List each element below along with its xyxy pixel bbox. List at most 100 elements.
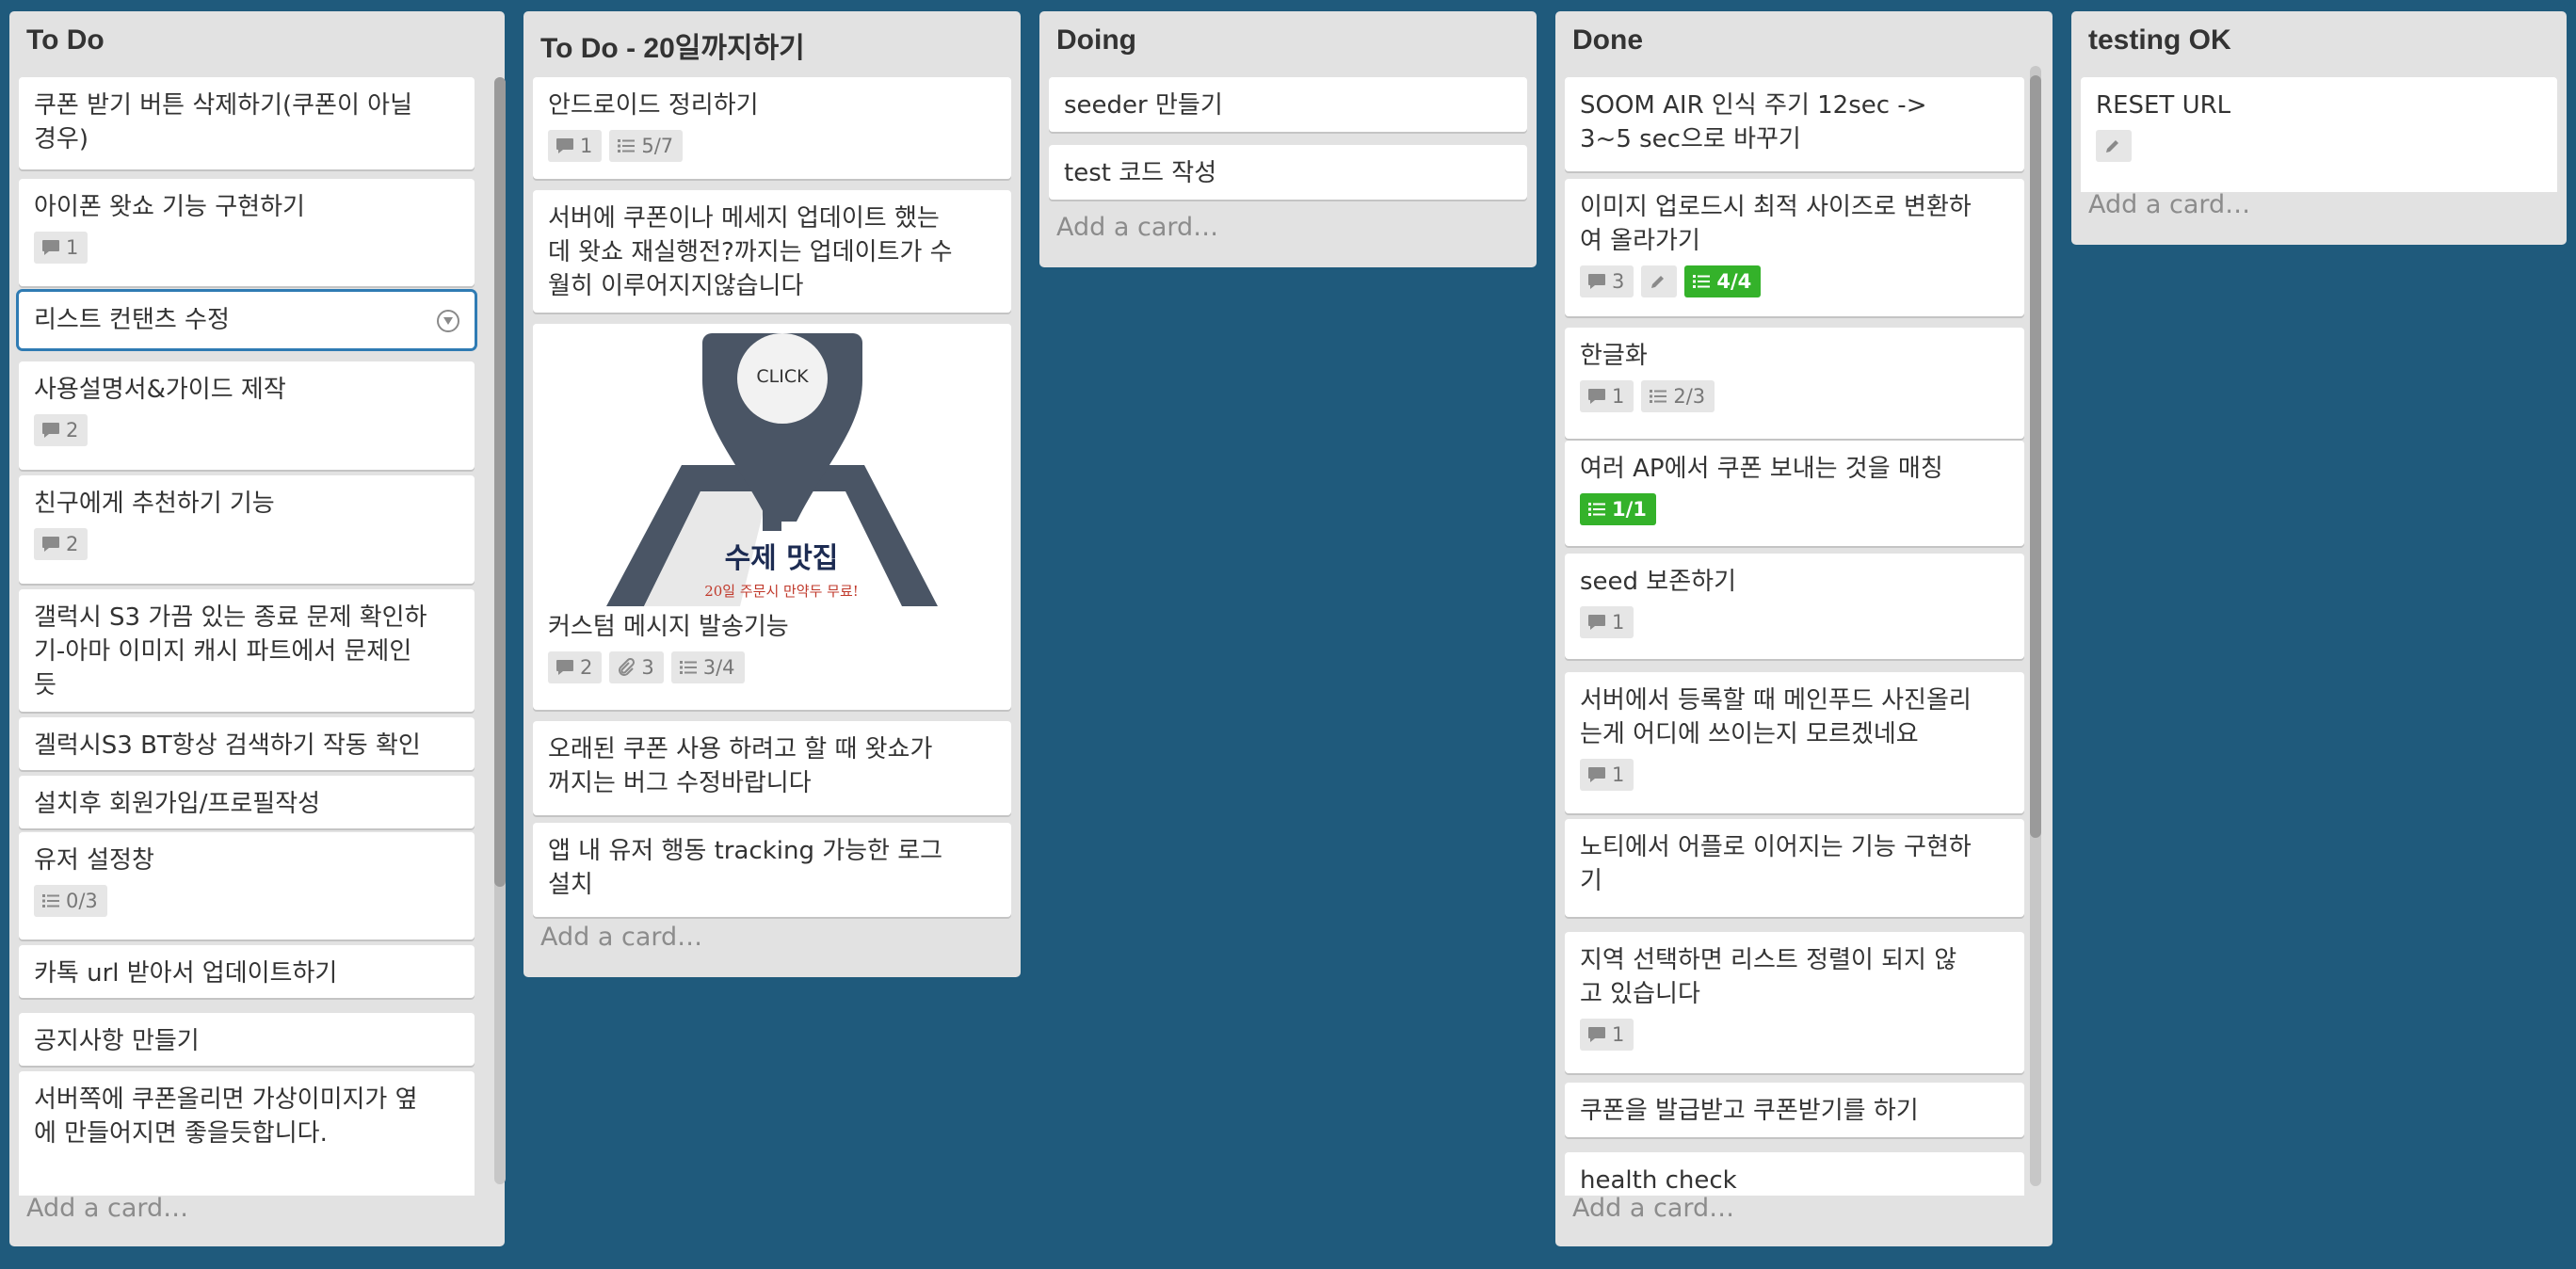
card[interactable]: CLICK 수제 맛집 20일 주문시 만약두 무료! 커스텀 메시지 발송기능 2 3 3…: [533, 324, 1011, 710]
checklist-icon: [1587, 501, 1606, 518]
badge-count: 1: [1612, 385, 1625, 408]
card[interactable]: 서버에서 등록할 때 메인푸드 사진올리 는게 어디에 쓰이는지 모르겠네요 1: [1565, 672, 2024, 813]
card-dropdown-icon[interactable]: [437, 310, 459, 332]
card[interactable]: 오래된 쿠폰 사용 하려고 할 때 왓쇼가 꺼지는 버그 수정바랍니다: [533, 721, 1011, 815]
checklist-badge: 1/1: [1580, 493, 1656, 525]
card[interactable]: 아이폰 왓쇼 기능 구현하기 1: [19, 179, 475, 286]
cover-title: 수제 맛집: [724, 542, 839, 575]
card-badges: 1: [1580, 1019, 1634, 1051]
card-title-line: 안드로이드 정리하기: [548, 91, 759, 120]
card[interactable]: test 코드 작성: [1049, 145, 1527, 200]
checklist-icon: [617, 137, 636, 154]
card-title: RESET URL: [2096, 88, 2542, 122]
card[interactable]: 앱 내 유저 행동 tracking 가능한 로그 설치: [533, 823, 1011, 917]
badge-count: 2: [66, 533, 79, 555]
add-card-link[interactable]: Add a card…: [1572, 1194, 1734, 1223]
card-title-line: 쿠폰을 발급받고 쿠폰받기를 하기: [1580, 1097, 1919, 1125]
comment-badge: 1: [548, 130, 603, 162]
add-card-link[interactable]: Add a card…: [2088, 190, 2250, 219]
cover-subtitle: 20일 주문시 만약두 무료!: [704, 583, 859, 600]
card-title: 한글화: [1580, 339, 2009, 373]
list-scrollbar[interactable]: [2030, 66, 2041, 1186]
card-title: 서버에서 등록할 때 메인푸드 사진올리 는게 어디에 쓰이는지 모르겠네요: [1580, 683, 2009, 751]
card-title-line: 여 올라가기: [1580, 227, 1700, 255]
add-card-link[interactable]: Add a card…: [26, 1194, 188, 1223]
card[interactable]: SOOM AIR 인식 주기 12sec -> 3~5 sec으로 바꾸기: [1565, 77, 2024, 171]
checklist-icon: [679, 659, 698, 676]
checklist-badge: 0/3: [34, 885, 107, 917]
card-title-line: 노티에서 어플로 이어지는 기능 구현하: [1580, 833, 1972, 861]
card-title-line: 커스텀 메시지 발송기능: [548, 613, 789, 641]
card[interactable]: 여러 AP에서 쿠폰 보내는 것을 매칭 1/1: [1565, 441, 2024, 546]
card[interactable]: 유저 설정창 0/3: [19, 832, 475, 940]
add-card-link[interactable]: Add a card…: [1056, 213, 1218, 242]
card-title: 커스텀 메시지 발송기능: [548, 610, 996, 644]
list-scrollbar[interactable]: [494, 77, 506, 1184]
card-title-line: RESET URL: [2096, 91, 2231, 120]
card-title-line: 오래된 쿠폰 사용 하려고 할 때 왓쇼가: [548, 735, 933, 763]
card-title-line: 에 만들어지면 좋을듯합니다.: [34, 1119, 328, 1148]
card[interactable]: 노티에서 어플로 이어지는 기능 구현하 기: [1565, 819, 2024, 917]
comment-icon: [41, 536, 60, 553]
card-title-line: 듯: [34, 671, 56, 699]
card[interactable]: 쿠폰을 발급받고 쿠폰받기를 하기: [1565, 1083, 2024, 1137]
badge-count: 3/4: [702, 656, 735, 679]
card[interactable]: 카톡 url 받아서 업데이트하기: [19, 945, 475, 998]
card[interactable]: 쿠폰 받기 버튼 삭제하기(쿠폰이 아닐 경우): [19, 77, 475, 169]
cover-click-label: CLICK: [756, 366, 809, 387]
card[interactable]: 설치후 회원가입/프로필작성: [19, 776, 475, 828]
pencil-icon: [1649, 272, 1667, 291]
card-title: SOOM AIR 인식 주기 12sec -> 3~5 sec으로 바꾸기: [1580, 88, 2009, 156]
badge-count: 2: [580, 656, 593, 679]
card-title: 서버에 쿠폰이나 메세지 업데이트 했는 데 왓쇼 재실행전?까지는 업데이트가 …: [548, 201, 996, 303]
card-title: 앱 내 유저 행동 tracking 가능한 로그 설치: [548, 834, 996, 902]
comment-icon: [41, 422, 60, 439]
card[interactable]: 지역 선택하면 리스트 정렬이 되지 않고 있습니다 1: [1565, 932, 2024, 1073]
card-title-line: 아이폰 왓쇼 기능 구현하기: [34, 193, 305, 221]
card-title-line: 앱 내 유저 행동 tracking 가능한 로그: [548, 837, 943, 865]
card-list: 쿠폰 받기 버튼 삭제하기(쿠폰이 아닐 경우) 아이폰 왓쇼 기능 구현하기 1 리스…: [9, 11, 505, 1196]
card[interactable]: 안드로이드 정리하기 1 5/7: [533, 77, 1011, 179]
card-title-line: 월히 이루어지지않습니다: [548, 272, 804, 300]
card[interactable]: 서버에 쿠폰이나 메세지 업데이트 했는 데 왓쇼 재실행전?까지는 업데이트가 …: [533, 190, 1011, 313]
scrollbar-thumb[interactable]: [2030, 75, 2041, 838]
pencil-badge: [1641, 265, 1678, 297]
card[interactable]: 서버쪽에 쿠폰올리면 가상이미지가 옆에 만들어지면 좋을듯합니다.: [19, 1071, 475, 1196]
card[interactable]: RESET URL: [2081, 77, 2557, 192]
comment-icon: [1587, 1026, 1606, 1043]
comment-badge: 1: [1580, 1019, 1634, 1051]
card-title-line: 한글화: [1580, 342, 1648, 370]
card[interactable]: 이미지 업로드시 최적 사이즈로 변환하여 올라가기 3 4/4: [1565, 179, 2024, 316]
card[interactable]: 갤럭시 S3 가끔 있는 종료 문제 확인하 기-아마 이미지 캐시 파트에서 문…: [19, 589, 475, 712]
list-doing: Doing seeder 만들기 test 코드 작성 Add a card…: [1039, 11, 1537, 267]
card-title-line: 설치후 회원가입/프로필작성: [34, 790, 321, 818]
card[interactable]: 공지사항 만들기: [19, 1013, 475, 1066]
card-badges: 3 4/4: [1580, 265, 1762, 297]
card[interactable]: 사용설명서&가이드 제작 2: [19, 361, 475, 470]
list-testing-ok: testing OK RESET URL Add a card…: [2071, 11, 2567, 245]
card[interactable]: 리스트 컨탠츠 수정: [19, 292, 475, 348]
add-card-link[interactable]: Add a card…: [540, 923, 702, 952]
card-badges: 2 3 3/4: [548, 651, 745, 683]
scrollbar-thumb[interactable]: [494, 77, 506, 887]
card-title: 안드로이드 정리하기: [548, 88, 996, 122]
card-title-line: 갤럭시 S3 가끔 있는 종료 문제 확인하: [34, 603, 427, 632]
card-title: 지역 선택하면 리스트 정렬이 되지 않고 있습니다: [1580, 943, 2009, 1011]
badge-count: 1: [1612, 763, 1625, 786]
card[interactable]: 친구에게 추천하기 기능 2: [19, 475, 475, 584]
card-title-line: 서버쪽에 쿠폰올리면 가상이미지가 옆: [34, 1085, 418, 1114]
badge-count: 4/4: [1716, 270, 1752, 293]
card-title: 사용설명서&가이드 제작: [34, 373, 459, 407]
card-title: 리스트 컨탠츠 수정: [34, 303, 459, 337]
card-title-line: 이미지 업로드시 최적 사이즈로 변환하: [1580, 193, 1972, 221]
card[interactable]: seed 보존하기 1: [1565, 554, 2024, 659]
card[interactable]: 한글화 1 2/3: [1565, 328, 2024, 439]
comment-badge: 3: [1580, 265, 1634, 297]
card-title: 여러 AP에서 쿠폰 보내는 것을 매칭: [1580, 452, 2009, 486]
card-badges: 1: [34, 232, 89, 264]
card[interactable]: seeder 만들기: [1049, 77, 1527, 132]
comment-badge: 1: [1580, 380, 1634, 412]
card[interactable]: health check: [1565, 1152, 2024, 1196]
comment-badge: 2: [34, 414, 89, 446]
card[interactable]: 겔럭시S3 BT항상 검색하기 작동 확인: [19, 717, 475, 770]
